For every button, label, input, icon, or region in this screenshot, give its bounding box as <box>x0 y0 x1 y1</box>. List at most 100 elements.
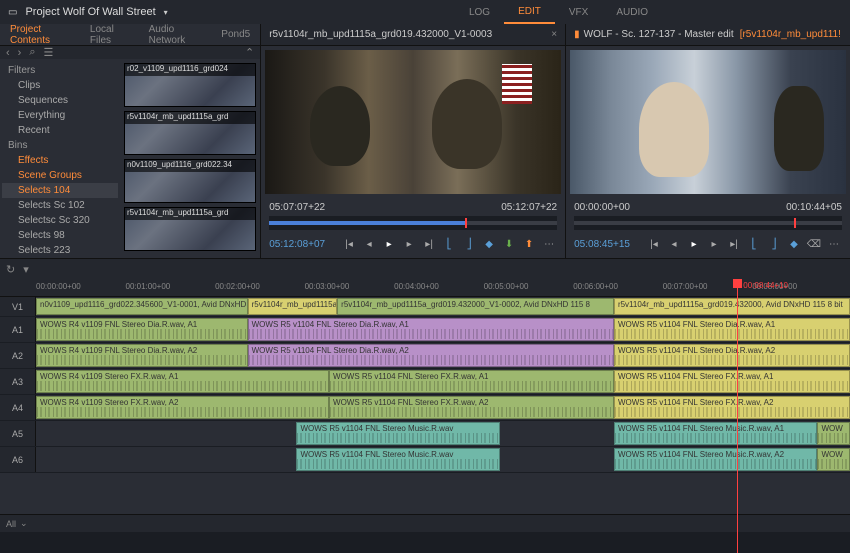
timeline-clip[interactable]: WOW <box>817 422 850 445</box>
tree-item-effects[interactable]: Effects <box>2 153 118 168</box>
browser-tab-project-contents[interactable]: Project Contents <box>0 24 80 45</box>
mode-tab-vfx[interactable]: VFX <box>555 0 602 24</box>
chevron-up-icon[interactable]: ⌃ <box>245 46 254 59</box>
timeline-clip[interactable]: r5v1104r_mb_upd1115a_grd019.432000, Avid… <box>614 298 850 315</box>
clip-thumbnails: r02_v1109_upd1116_grd024 r5v1104r_mb_upd… <box>120 59 260 292</box>
more-icon[interactable]: ⋯ <box>826 236 842 252</box>
source-scrub-bar[interactable] <box>269 216 557 230</box>
track-body[interactable]: WOWS R4 v1109 FNL Stereo Dia.R.wav, A2WO… <box>36 343 850 368</box>
browser-tab-local-files[interactable]: Local Files <box>80 24 139 45</box>
timeline-clip[interactable]: WOWS R4 v1109 Stereo FX.R.wav, A1 <box>36 370 329 393</box>
timeline-clip[interactable]: WOWS R5 v1104 FNL Stereo Dia.R.wav, A1 <box>614 318 850 341</box>
tree-bin-item[interactable]: Selects 223 <box>2 243 118 258</box>
tree-bin-item[interactable]: Selects 104 <box>2 183 118 198</box>
play-icon[interactable]: ▸ <box>381 236 397 252</box>
skip-start-icon[interactable]: |◂ <box>341 236 357 252</box>
tree-bin-item[interactable]: Selects 98 <box>2 228 118 243</box>
chevron-left-icon[interactable]: ‹ <box>6 47 10 59</box>
close-icon[interactable]: × <box>551 29 557 40</box>
prev-frame-icon[interactable]: ◂ <box>361 236 377 252</box>
timeline-clip[interactable]: WOW <box>817 448 850 471</box>
track-body[interactable]: WOWS R5 v1104 FNL Stereo Music.R.wav WOWS… <box>36 447 850 472</box>
mode-tab-audio[interactable]: AUDIO <box>602 0 662 24</box>
browser-tab-pond5[interactable]: Pond5 <box>211 24 260 45</box>
browser-tab-audio-network[interactable]: Audio Network <box>139 24 212 45</box>
tree-item-clips[interactable]: Clips <box>2 78 118 93</box>
record-scrub-bar[interactable] <box>574 216 842 230</box>
delete-icon[interactable]: ⌫ <box>806 236 822 252</box>
insert-icon[interactable]: ⬇ <box>501 236 517 252</box>
record-video[interactable] <box>570 50 846 194</box>
app-menu-icon[interactable]: ▭ <box>8 7 17 18</box>
track-selector-label[interactable]: All <box>6 519 16 529</box>
next-frame-icon[interactable]: ▸ <box>401 236 417 252</box>
timeline-clip[interactable]: WOWS R4 v1109 FNL Stereo Dia.R.wav, A1 <box>36 318 248 341</box>
timeline-clip[interactable]: n0v1109_upd1116_grd022.345600_V1-0001, A… <box>36 298 248 315</box>
tree-bin-item[interactable]: Selectsc Sc 320 <box>2 213 118 228</box>
track-body[interactable]: WOWS R5 v1104 FNL Stereo Music.R.wav WOWS… <box>36 421 850 446</box>
skip-end-icon[interactable]: ▸| <box>421 236 437 252</box>
mark-in-icon[interactable]: ⎣ <box>746 236 762 252</box>
marker-icon[interactable]: ◆ <box>481 236 497 252</box>
mark-out-icon[interactable]: ⎦ <box>766 236 782 252</box>
timeline-clip[interactable]: WOWS R5 v1104 FNL Stereo Music.R.wav <box>296 448 500 471</box>
marker-icon[interactable]: ◆ <box>786 236 802 252</box>
track-header[interactable]: A4 <box>0 395 36 420</box>
track-body[interactable]: WOWS R4 v1109 Stereo FX.R.wav, A1WOWS R5… <box>36 369 850 394</box>
mode-tab-log[interactable]: LOG <box>455 0 504 24</box>
clip-thumb[interactable]: r02_v1109_upd1116_grd024 <box>124 63 256 107</box>
track-header[interactable]: V1 <box>0 297 36 316</box>
ruler-tick: 00:07:00+00 <box>663 282 708 291</box>
timeline-clip[interactable]: WOWS R5 v1104 FNL Stereo FX.R.wav, A1 <box>614 370 850 393</box>
tree-bin-item[interactable]: Selects Sc 102 <box>2 198 118 213</box>
more-icon[interactable]: ⋯ <box>541 236 557 252</box>
chevron-right-icon[interactable]: › <box>18 47 22 59</box>
chevron-down-icon[interactable]: ⌄ <box>20 518 28 529</box>
prev-frame-icon[interactable]: ◂ <box>666 236 682 252</box>
timeline-clip[interactable]: WOWS R5 v1104 FNL Stereo Music.R.wav, A2 <box>614 448 818 471</box>
track-header[interactable]: A1 <box>0 317 36 342</box>
timeline-clip[interactable]: WOWS R5 v1104 FNL Stereo FX.R.wav, A2 <box>329 396 614 419</box>
timeline-clip[interactable]: r5v1104r_mb_upd1115a_grd019.432000_V <box>248 298 338 315</box>
clip-thumb[interactable]: r5v1104r_mb_upd1115a_grd <box>124 207 256 251</box>
timeline-clip[interactable]: WOWS R4 v1109 FNL Stereo Dia.R.wav, A2 <box>36 344 248 367</box>
skip-end-icon[interactable]: ▸| <box>726 236 742 252</box>
timeline-menu-icon[interactable]: ▾ <box>23 263 29 276</box>
mark-out-icon[interactable]: ⎦ <box>461 236 477 252</box>
clip-thumb[interactable]: n0v1109_upd1116_grd022.34 <box>124 159 256 203</box>
tree-item-recent[interactable]: Recent <box>2 123 118 138</box>
mode-tab-edit[interactable]: EDIT <box>504 0 555 24</box>
mark-in-icon[interactable]: ⎣ <box>441 236 457 252</box>
list-view-icon[interactable]: ☰ <box>44 46 54 59</box>
track-body[interactable]: WOWS R4 v1109 FNL Stereo Dia.R.wav, A1WO… <box>36 317 850 342</box>
timeline-clip[interactable]: WOWS R4 v1109 Stereo FX.R.wav, A2 <box>36 396 329 419</box>
tree-item-everything[interactable]: Everything <box>2 108 118 123</box>
timeline-clip[interactable]: WOWS R5 v1104 FNL Stereo Music.R.wav, A1 <box>614 422 818 445</box>
next-frame-icon[interactable]: ▸ <box>706 236 722 252</box>
track-body[interactable]: n0v1109_upd1116_grd022.345600_V1-0001, A… <box>36 297 850 316</box>
timeline-clip[interactable]: WOWS R5 v1104 FNL Stereo FX.R.wav, A1 <box>329 370 614 393</box>
skip-start-icon[interactable]: |◂ <box>646 236 662 252</box>
track-header[interactable]: A2 <box>0 343 36 368</box>
play-icon[interactable]: ▸ <box>686 236 702 252</box>
timeline-ruler[interactable]: 00:00:00+0000:01:00+0000:02:00+0000:03:0… <box>0 279 850 297</box>
search-icon[interactable]: ⌕ <box>29 46 35 59</box>
overwrite-icon[interactable]: ⬆ <box>521 236 537 252</box>
timeline-clip[interactable]: WOWS R5 v1104 FNL Stereo FX.R.wav, A2 <box>614 396 850 419</box>
track-header[interactable]: A5 <box>0 421 36 446</box>
playhead[interactable] <box>737 279 738 553</box>
timeline-clip[interactable]: WOWS R5 v1104 FNL Stereo Music.R.wav <box>296 422 500 445</box>
timeline-clip[interactable]: WOWS R5 v1104 FNL Stereo Dia.R.wav, A2 <box>614 344 850 367</box>
clip-thumb[interactable]: r5v1104r_mb_upd1115a_grd <box>124 111 256 155</box>
project-dropdown-icon[interactable]: ▾ <box>164 8 168 17</box>
track-body[interactable]: WOWS R4 v1109 Stereo FX.R.wav, A2WOWS R5… <box>36 395 850 420</box>
timeline-clip[interactable]: WOWS R5 v1104 FNL Stereo Dia.R.wav, A1 <box>248 318 614 341</box>
track-header[interactable]: A6 <box>0 447 36 472</box>
timeline-clip[interactable]: WOWS R5 v1104 FNL Stereo Dia.R.wav, A2 <box>248 344 614 367</box>
tree-item-scene-groups[interactable]: Scene Groups <box>2 168 118 183</box>
tree-item-sequences[interactable]: Sequences <box>2 93 118 108</box>
source-video[interactable] <box>265 50 561 194</box>
timeline-clip[interactable]: r5v1104r_mb_upd1115a_grd019.432000_V1-00… <box>337 298 614 315</box>
track-header[interactable]: A3 <box>0 369 36 394</box>
refresh-icon[interactable]: ↻ <box>6 263 15 276</box>
